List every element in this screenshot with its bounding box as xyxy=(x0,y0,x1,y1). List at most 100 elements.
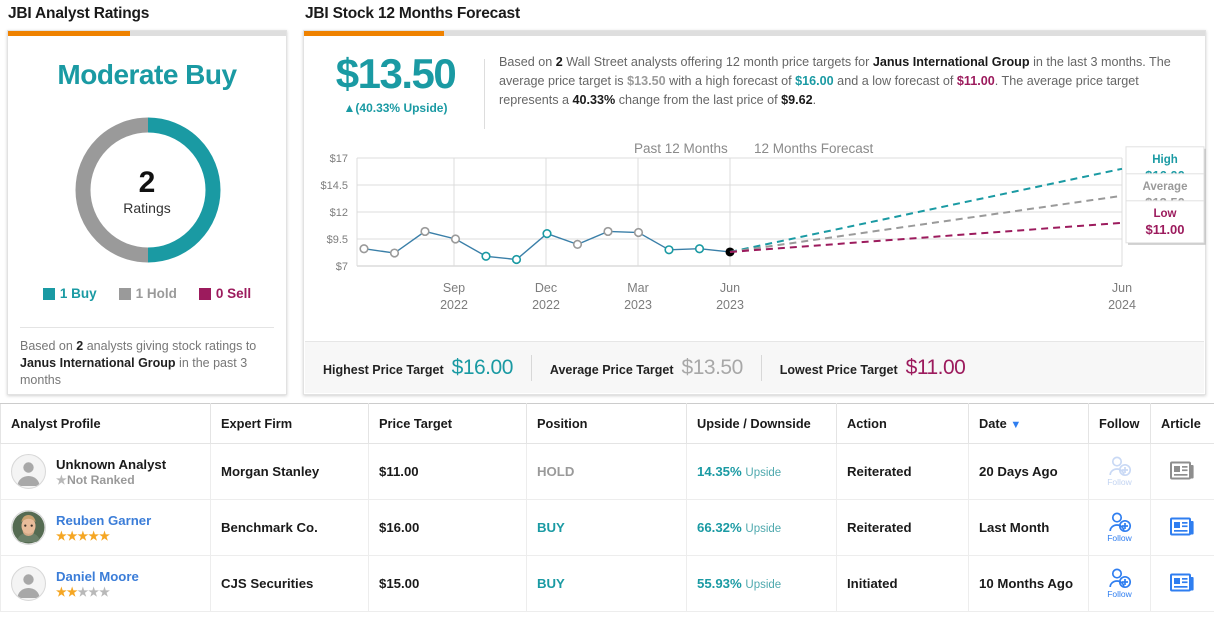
average-price-target-label: Average Price Target xyxy=(549,362,674,377)
highest-price-target-label: Highest Price Target xyxy=(323,362,444,377)
consensus-rating: Moderate Buy xyxy=(57,59,237,90)
highest-price-target-value: $16.00 xyxy=(451,355,514,379)
ratings-legend: 1 Buy 1 Hold 0 Sell xyxy=(8,286,286,301)
blurb-company: Janus International Group xyxy=(872,55,1030,69)
blurb-high: $16.00 xyxy=(795,74,834,88)
ratings-accent-fill xyxy=(8,31,131,36)
ratings-accent-track xyxy=(8,31,286,36)
newspaper-icon xyxy=(1170,517,1194,535)
blurb-s5: and a low forecast of xyxy=(833,74,957,88)
analyst-name[interactable]: Reuben Garner xyxy=(56,513,151,528)
table-row[interactable]: Daniel Moore ★★★★★ CJS Securities $15.00… xyxy=(0,555,1214,612)
blurb-analyst-count: 2 xyxy=(555,55,563,69)
svg-text:2023: 2023 xyxy=(716,298,744,312)
column-header-analyst-profile[interactable]: Analyst Profile xyxy=(0,403,211,444)
cell-analyst-profile[interactable]: Unknown Analyst ★Not Ranked xyxy=(0,443,211,500)
legend-item-sell[interactable]: 0 Sell xyxy=(198,286,251,301)
follow-label: Follow xyxy=(1107,477,1132,487)
blurb-change-pct: 40.33% xyxy=(572,93,616,107)
cell-article[interactable] xyxy=(1150,499,1214,556)
cell-date: 10 Months Ago xyxy=(968,555,1089,612)
footnote-part-2: analysts giving stock ratings to xyxy=(83,339,257,353)
column-header-upside-downside[interactable]: Upside / Downside xyxy=(686,403,837,444)
column-header-date-label: Date xyxy=(979,416,1007,431)
forecast-panel-title: JBI Stock 12 Months Forecast xyxy=(305,5,520,22)
legend-item-hold[interactable]: 1 Hold xyxy=(118,286,177,301)
blurb-s2: Wall Street analysts offering 12 month p… xyxy=(562,55,873,69)
position-badge: HOLD xyxy=(537,464,575,479)
follow-button[interactable]: Follow xyxy=(1107,512,1132,543)
chart-svg: $7 $9.5 $12 $14.5 $17 Sep 2022 Dec 2022 Mar 2023 Ju… xyxy=(320,146,1206,312)
footnote-company: Janus International Group xyxy=(20,356,176,370)
upside-percent: 55.93% xyxy=(697,576,742,591)
follow-button[interactable]: Follow xyxy=(1107,568,1132,599)
avatar xyxy=(11,510,46,545)
table-row[interactable]: Reuben Garner ★★★★★ Benchmark Co. $16.00… xyxy=(0,499,1214,556)
cell-expert-firm: Morgan Stanley xyxy=(210,443,369,500)
svg-text:Average: Average xyxy=(1143,181,1188,193)
chart-caption-forecast: 12 Months Forecast xyxy=(754,141,874,156)
article-link[interactable] xyxy=(1170,517,1195,540)
column-header-position[interactable]: Position xyxy=(526,403,687,444)
cell-article[interactable] xyxy=(1150,443,1214,500)
donut-center-text: 2 Ratings xyxy=(8,166,286,217)
lowest-price-target-label: Lowest Price Target xyxy=(779,362,898,377)
cell-expert-firm: CJS Securities xyxy=(210,555,369,612)
legend-item-buy[interactable]: 1 Buy xyxy=(42,286,97,301)
follow-label: Follow xyxy=(1107,533,1132,543)
star-icon: ★ xyxy=(66,584,78,599)
footnote-part-1: Based on xyxy=(20,339,77,353)
lowest-price-target: Lowest Price Target $11.00 xyxy=(762,356,984,380)
svg-text:$9.5: $9.5 xyxy=(327,234,348,246)
column-header-follow: Follow xyxy=(1088,403,1151,444)
svg-text:$17: $17 xyxy=(330,153,348,165)
column-header-expert-firm[interactable]: Expert Firm xyxy=(210,403,369,444)
donut-rating-count: 2 xyxy=(138,166,156,199)
position-badge: BUY xyxy=(537,576,565,591)
cell-analyst-profile[interactable]: Daniel Moore ★★★★★ xyxy=(0,555,211,612)
average-price-target: Average Price Target $13.50 xyxy=(532,356,761,380)
analyst-ratings-page: JBI Analyst Ratings JBI Stock 12 Months … xyxy=(0,0,1214,620)
legend-label-buy: 1 Buy xyxy=(59,286,97,301)
cell-action: Reiterated xyxy=(836,499,969,556)
column-header-action[interactable]: Action xyxy=(836,403,969,444)
column-header-date[interactable]: Date ▼ xyxy=(968,403,1089,444)
svg-text:Dec: Dec xyxy=(535,281,557,295)
cell-follow[interactable]: Follow xyxy=(1088,443,1151,500)
article-link[interactable] xyxy=(1170,573,1195,596)
chart-caption-past: Past 12 Months xyxy=(634,141,728,156)
position-badge: BUY xyxy=(537,520,565,535)
cell-price-target: $16.00 xyxy=(368,499,527,556)
cell-upside-downside: 66.32% Upside xyxy=(686,499,837,556)
upside-direction: Upside xyxy=(745,467,782,479)
svg-text:$14.5: $14.5 xyxy=(320,180,348,192)
svg-text:$12: $12 xyxy=(330,207,348,219)
svg-text:2022: 2022 xyxy=(532,298,560,312)
cell-position: BUY xyxy=(526,555,687,612)
follow-user-icon xyxy=(1108,456,1131,477)
analyst-name[interactable]: Daniel Moore xyxy=(56,569,139,584)
follow-button[interactable]: Follow xyxy=(1107,456,1132,487)
average-price-target-value: $13.50 xyxy=(681,355,744,379)
blurb-s7: change from the last price of xyxy=(615,93,782,107)
star-icon: ★ xyxy=(88,528,100,543)
buy-swatch-icon xyxy=(42,287,55,300)
table-row[interactable]: Unknown Analyst ★Not Ranked Morgan Stanl… xyxy=(0,443,1214,500)
article-link[interactable] xyxy=(1170,461,1195,484)
cell-follow[interactable]: Follow xyxy=(1088,555,1151,612)
svg-text:Jun: Jun xyxy=(1112,281,1132,295)
blurb-last-price: $9.62 xyxy=(781,93,813,107)
analyst-name: Unknown Analyst xyxy=(56,456,167,472)
column-header-price-target[interactable]: Price Target xyxy=(368,403,527,444)
analyst-ratings-table: Analyst Profile Expert Firm Price Target… xyxy=(0,403,1214,612)
sell-swatch-icon xyxy=(198,287,211,300)
star-icon: ★ xyxy=(77,584,89,599)
cell-position: BUY xyxy=(526,499,687,556)
legend-label-hold: 1 Hold xyxy=(135,286,177,301)
cell-article[interactable] xyxy=(1150,555,1214,612)
forecast-description: Based on 2 Wall Street analysts offering… xyxy=(499,53,1193,110)
cell-follow[interactable]: Follow xyxy=(1088,499,1151,556)
blurb-s1: Based on xyxy=(499,55,556,69)
cell-analyst-profile[interactable]: Reuben Garner ★★★★★ xyxy=(0,499,211,556)
headline-divider xyxy=(484,59,485,129)
